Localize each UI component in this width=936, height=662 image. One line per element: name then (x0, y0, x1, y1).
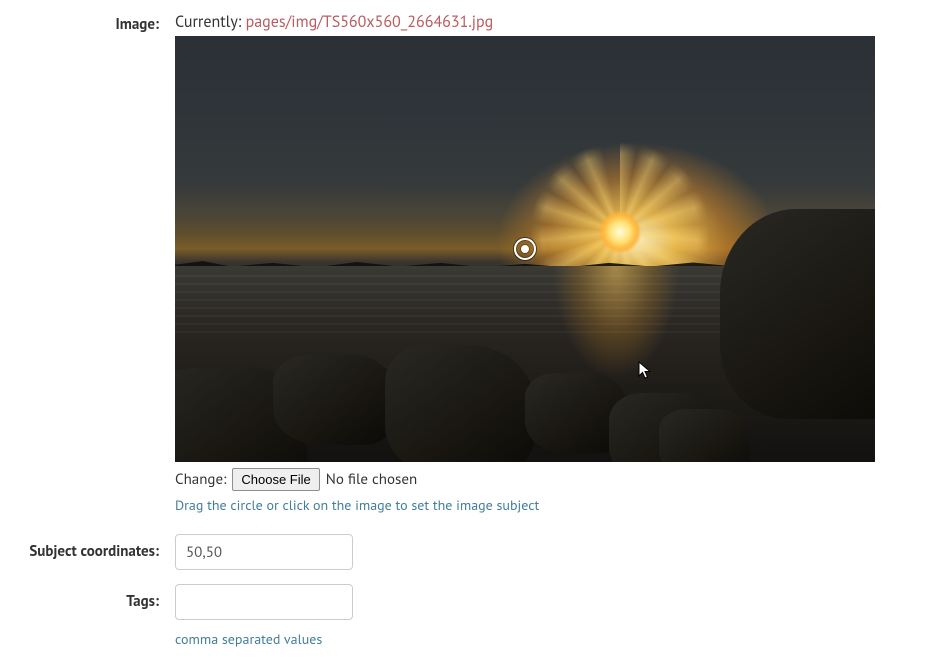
tags-label: Tags: (126, 592, 159, 611)
change-label: Change: (175, 470, 226, 489)
subject-target-handle[interactable] (514, 238, 536, 260)
no-file-text: No file chosen (326, 470, 417, 489)
image-help-text: Drag the circle or click on the image to… (175, 496, 876, 514)
choose-file-button[interactable]: Choose File (232, 468, 319, 491)
subject-coordinates-label: Subject coordinates: (29, 542, 159, 561)
currently-line: Currently: pages/img/TS560x560_2664631.j… (175, 12, 876, 32)
tags-input[interactable] (175, 584, 353, 620)
image-preview[interactable] (175, 36, 875, 462)
image-label: Image: (116, 15, 160, 34)
subject-coordinates-input[interactable] (175, 534, 353, 570)
current-image-link[interactable]: pages/img/TS560x560_2664631.jpg (246, 12, 494, 32)
tags-help-text: comma separated values (175, 630, 876, 648)
currently-prefix: Currently: (175, 12, 246, 32)
